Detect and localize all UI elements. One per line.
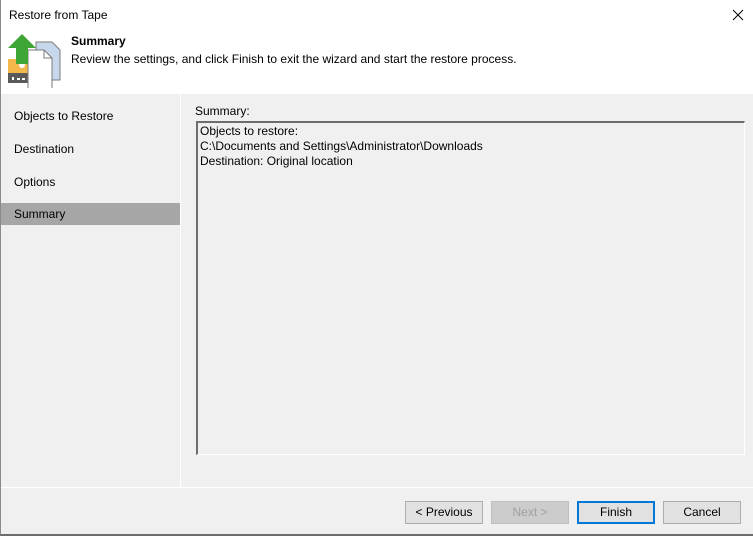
restore-from-tape-dialog: Restore from Tape Summary Review the set…: [0, 0, 753, 536]
previous-button[interactable]: < Previous: [405, 501, 483, 524]
wizard-header: Summary Review the settings, and click F…: [1, 30, 753, 94]
sidebar-item-destination[interactable]: Destination: [1, 138, 180, 160]
sidebar-item-objects-to-restore[interactable]: Objects to Restore: [1, 105, 180, 127]
restore-tape-icon: [8, 34, 61, 88]
finish-button[interactable]: Finish: [577, 501, 655, 524]
sidebar-item-options[interactable]: Options: [1, 171, 180, 193]
window-title: Restore from Tape: [9, 8, 108, 22]
sidebar-item-summary[interactable]: Summary: [1, 203, 180, 225]
cancel-button[interactable]: Cancel: [663, 501, 741, 524]
step-description: Review the settings, and click Finish to…: [71, 52, 517, 66]
summary-label: Summary:: [195, 104, 250, 118]
step-title: Summary: [71, 34, 126, 48]
summary-textbox[interactable]: Objects to restore: C:\Documents and Set…: [196, 121, 745, 455]
wizard-footer: < Previous Next > Finish Cancel: [1, 487, 753, 534]
close-button[interactable]: [723, 0, 753, 30]
wizard-steps-sidebar: Objects to Restore Destination Options S…: [1, 94, 181, 487]
close-icon: [732, 9, 744, 21]
next-button: Next >: [491, 501, 569, 524]
title-bar: Restore from Tape: [1, 0, 753, 30]
summary-panel: Summary: Objects to restore: C:\Document…: [182, 94, 753, 487]
